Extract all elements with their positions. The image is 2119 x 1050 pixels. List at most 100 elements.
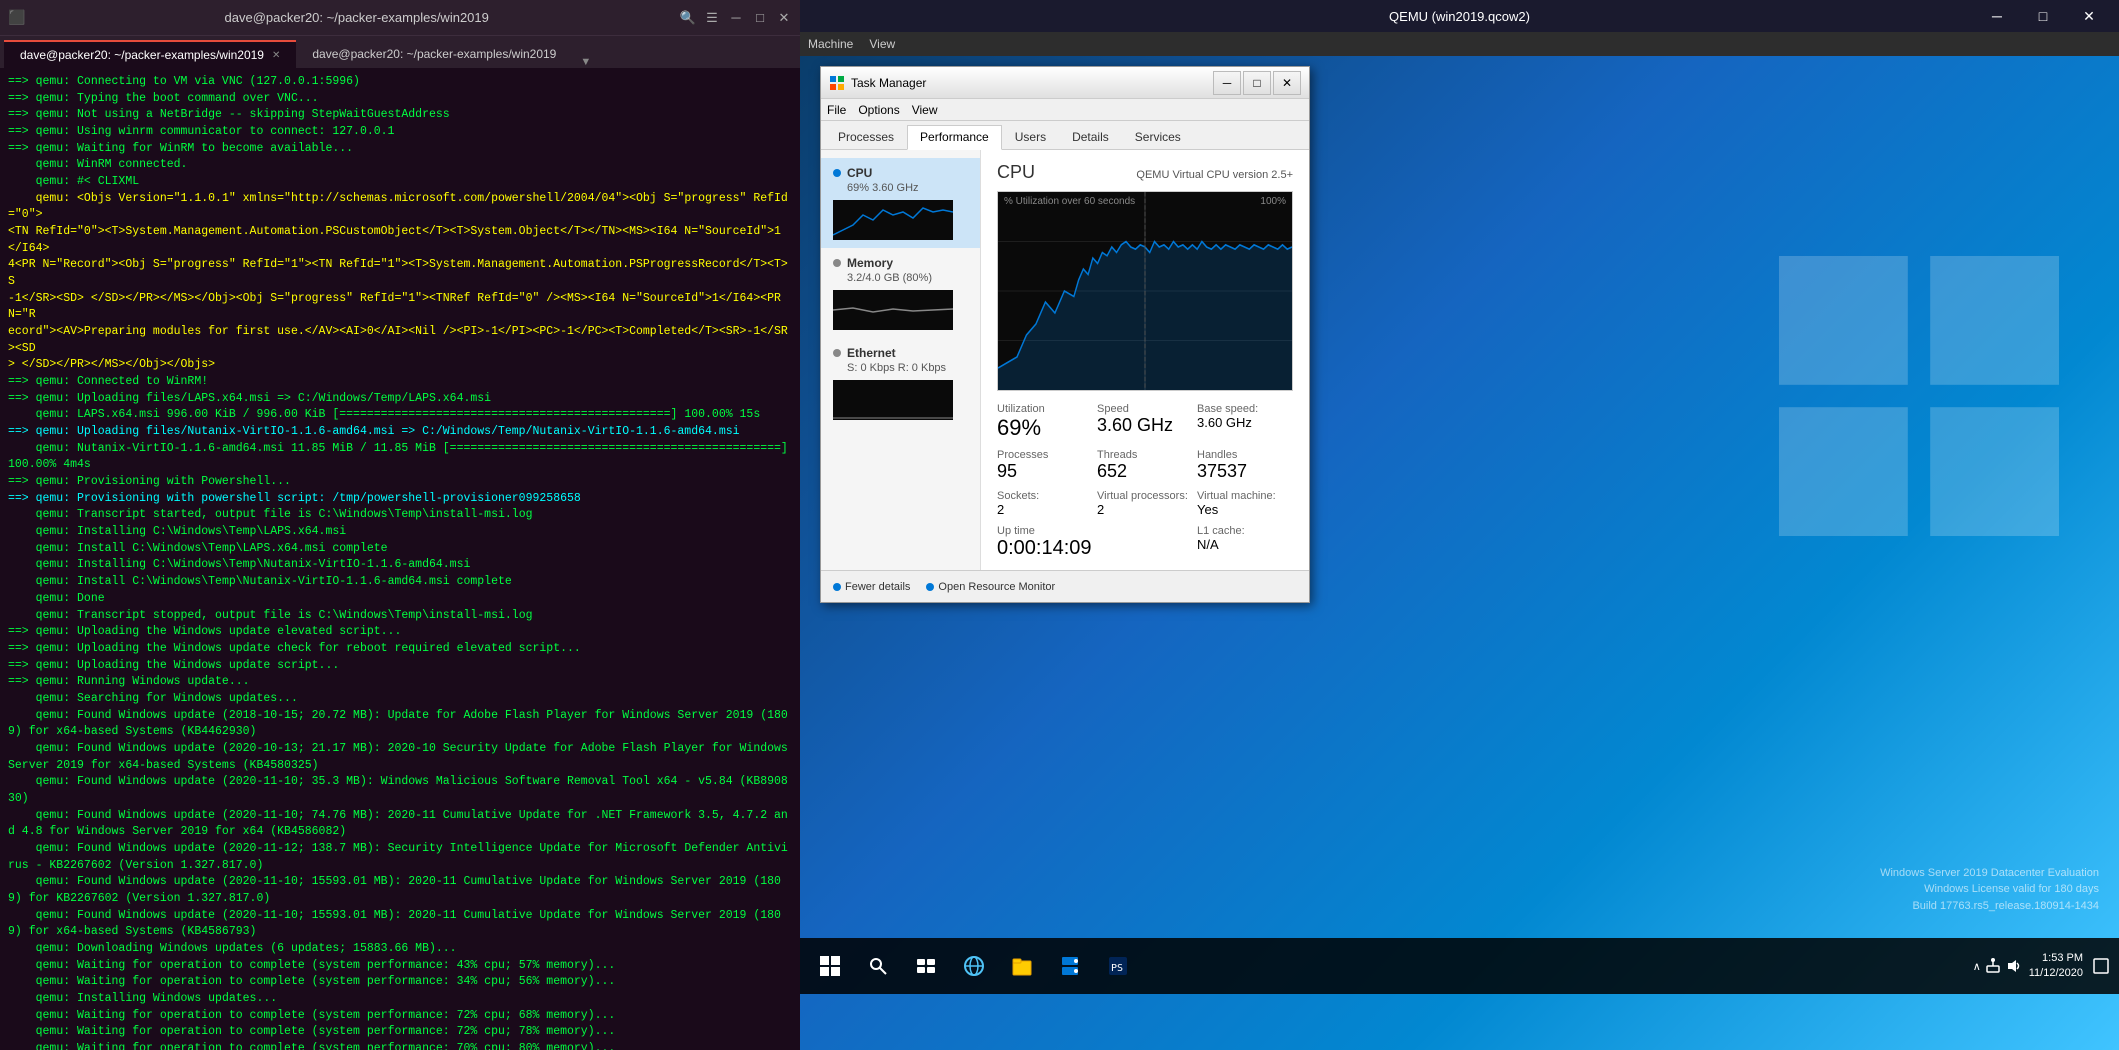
terminal-line: qemu: Found Windows update (2018-10-15; …: [8, 708, 792, 741]
search-button[interactable]: 🔍: [680, 10, 696, 26]
ie-button[interactable]: [952, 944, 996, 988]
qemu-menu-machine[interactable]: Machine: [808, 37, 853, 51]
maximize-button[interactable]: □: [752, 10, 768, 26]
terminal-line: ==> qemu: Provisioning with powershell s…: [8, 491, 792, 508]
terminal-tab-1-close[interactable]: ✕: [272, 50, 280, 61]
terminal-line: <TN RefId="0"><T>System.Management.Autom…: [8, 224, 792, 257]
menu-button[interactable]: ☰: [704, 10, 720, 26]
qemu-titlebar: QEMU (win2019.qcow2) ─ □ ✕: [800, 0, 2119, 32]
tm-maximize-button[interactable]: □: [1243, 71, 1271, 95]
terminal-tab-2[interactable]: dave@packer20: ~/packer-examples/win2019: [296, 40, 572, 68]
notification-button[interactable]: [2091, 956, 2111, 976]
task-manager-window: Task Manager ─ □ ✕ File Options View Pro…: [820, 66, 1310, 603]
tm-title-text: Task Manager: [851, 76, 1213, 90]
tm-menu-file[interactable]: File: [827, 103, 846, 117]
network-icon: [1985, 958, 2001, 974]
taskbar-clock[interactable]: 1:53 PM 11/12/2020: [2029, 951, 2083, 982]
terminal-tab-1[interactable]: dave@packer20: ~/packer-examples/win2019…: [4, 40, 296, 68]
cpu-mini-graph: [833, 200, 953, 240]
terminal-line: qemu: Found Windows update (2020-11-12; …: [8, 841, 792, 874]
powershell-icon: PS: [1107, 955, 1129, 977]
terminal-line: -1</SR><SD> </SD></PR></MS></Obj><Obj S=…: [8, 291, 792, 324]
open-resource-monitor-button[interactable]: Open Resource Monitor: [926, 581, 1055, 593]
stat-virtual-processors: Virtual processors: 2: [1097, 490, 1193, 517]
stat-processes: Processes 95: [997, 449, 1093, 482]
svg-text:PS: PS: [1111, 963, 1123, 974]
tab-details[interactable]: Details: [1059, 125, 1122, 149]
terminal-line: qemu: Waiting for operation to complete …: [8, 1041, 792, 1050]
ethernet-dot: [833, 349, 841, 357]
tab-processes[interactable]: Processes: [825, 125, 907, 149]
windows-taskbar: PS ∧: [800, 938, 2119, 994]
qemu-title-text: QEMU (win2019.qcow2): [812, 9, 2107, 24]
windows-panel: QEMU (win2019.qcow2) ─ □ ✕ Machine View: [800, 0, 2119, 1050]
tray-expand-button[interactable]: ∧: [1973, 960, 1981, 973]
stat-sockets: Sockets: 2: [997, 490, 1093, 517]
explorer-icon: [1011, 955, 1033, 977]
tm-titlebar: Task Manager ─ □ ✕: [821, 67, 1309, 99]
terminal-tab-2-label: dave@packer20: ~/packer-examples/win2019: [312, 47, 556, 61]
terminal-line: qemu: #< CLIXML: [8, 174, 792, 191]
tm-cpu-header: CPU QEMU Virtual CPU version 2.5+: [997, 162, 1293, 183]
terminal-panel: ⬛ dave@packer20: ~/packer-examples/win20…: [0, 0, 800, 1050]
task-view-icon: [916, 956, 936, 976]
sidebar-item-memory[interactable]: Memory 3.2/4.0 GB (80%): [821, 248, 980, 338]
minimize-button[interactable]: ─: [728, 10, 744, 26]
tab-services[interactable]: Services: [1122, 125, 1194, 149]
new-tab-button[interactable]: ▼: [580, 56, 591, 68]
qemu-minimize-button[interactable]: ─: [1975, 2, 2019, 30]
ie-icon: [963, 955, 985, 977]
tab-users[interactable]: Users: [1002, 125, 1059, 149]
tm-menu-options[interactable]: Options: [858, 103, 899, 117]
qemu-maximize-button[interactable]: □: [2021, 2, 2065, 30]
terminal-line: ==> qemu: Provisioning with Powershell..…: [8, 474, 792, 491]
task-view-button[interactable]: [904, 944, 948, 988]
tm-content: CPU 69% 3.60 GHz Memory 3.2/4.: [821, 150, 1309, 570]
tm-minimize-button[interactable]: ─: [1213, 71, 1241, 95]
tm-cpu-panel: CPU QEMU Virtual CPU version 2.5+ % Util…: [981, 150, 1309, 570]
taskbar-right: ∧ 1:53 PM 11/12/2020: [1973, 951, 2111, 982]
start-button[interactable]: [808, 944, 852, 988]
terminal-line: ==> qemu: Using winrm communicator to co…: [8, 124, 792, 141]
memory-mini-graph: [833, 290, 953, 330]
terminal-line: ==> qemu: Not using a NetBridge -- skipp…: [8, 107, 792, 124]
terminal-line: qemu: WinRM connected.: [8, 157, 792, 174]
fewer-details-button[interactable]: Fewer details: [833, 581, 910, 593]
terminal-line: 4<PR N="Record"><Obj S="progress" RefId=…: [8, 257, 792, 290]
terminal-line: ==> qemu: Uploading the Windows update s…: [8, 658, 792, 675]
server-manager-button[interactable]: [1048, 944, 1092, 988]
sidebar-item-cpu[interactable]: CPU 69% 3.60 GHz: [821, 158, 980, 248]
qemu-menu-view[interactable]: View: [869, 37, 895, 51]
volume-icon: [2005, 958, 2021, 974]
terminal-line: ==> qemu: Uploading the Windows update e…: [8, 624, 792, 641]
tm-title-icon: [829, 75, 845, 91]
terminal-line: qemu: Install C:\Windows\Temp\Nutanix-Vi…: [8, 574, 792, 591]
terminal-line: ==> qemu: Running Windows update...: [8, 674, 792, 691]
explorer-button[interactable]: [1000, 944, 1044, 988]
tm-close-button[interactable]: ✕: [1273, 71, 1301, 95]
tm-menu-view[interactable]: View: [912, 103, 938, 117]
close-button[interactable]: ✕: [776, 10, 792, 26]
terminal-controls: 🔍 ☰ ─ □ ✕: [680, 10, 792, 26]
terminal-line: qemu: Installing Windows updates...: [8, 991, 792, 1008]
terminal-tabs: dave@packer20: ~/packer-examples/win2019…: [0, 36, 800, 68]
stat-handles: Handles 37537: [1197, 449, 1293, 482]
sidebar-item-ethernet[interactable]: Ethernet S: 0 Kbps R: 0 Kbps: [821, 338, 980, 428]
tm-tabs: Processes Performance Users Details Serv…: [821, 121, 1309, 150]
terminal-titlebar: ⬛ dave@packer20: ~/packer-examples/win20…: [0, 0, 800, 36]
fewer-details-icon: [833, 583, 841, 591]
notification-icon: [2093, 958, 2109, 974]
terminal-line: qemu: Downloading Windows updates (6 upd…: [8, 941, 792, 958]
qemu-close-button[interactable]: ✕: [2067, 2, 2111, 30]
terminal-line: qemu: <Objs Version="1.1.0.1" xmlns="htt…: [8, 191, 792, 224]
tab-performance[interactable]: Performance: [907, 125, 1002, 150]
terminal-tab-1-label: dave@packer20: ~/packer-examples/win2019: [20, 48, 264, 62]
terminal-line: ==> qemu: Connected to WinRM!: [8, 374, 792, 391]
terminal-line: ==> qemu: Waiting for WinRM to become av…: [8, 141, 792, 158]
terminal-line: qemu: Installing C:\Windows\Temp\LAPS.x6…: [8, 524, 792, 541]
tm-statusbar: Fewer details Open Resource Monitor: [821, 570, 1309, 602]
search-button[interactable]: [856, 944, 900, 988]
tm-cpu-graph-container: % Utilization over 60 seconds 100%: [997, 191, 1293, 391]
resource-monitor-icon: [926, 583, 934, 591]
powershell-button[interactable]: PS: [1096, 944, 1140, 988]
